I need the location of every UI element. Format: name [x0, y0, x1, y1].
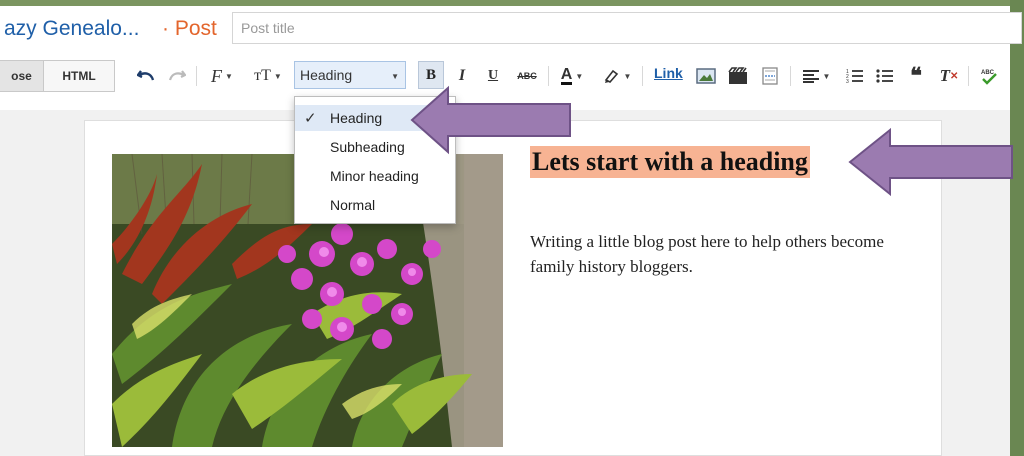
- checkmark-icon: ✓: [304, 110, 317, 127]
- post-title-input[interactable]: [232, 12, 1022, 44]
- quote-icon[interactable]: ❝: [904, 63, 928, 88]
- html-mode-button[interactable]: HTML: [43, 60, 115, 92]
- numbered-list-icon[interactable]: 123: [844, 65, 866, 87]
- toolbar-separator: [548, 66, 549, 86]
- insert-jump-break-icon[interactable]: [758, 65, 782, 87]
- svg-text:ABC: ABC: [981, 70, 995, 76]
- dropdown-item-minor-heading[interactable]: Minor heading: [295, 163, 455, 189]
- window-right-border: [1010, 0, 1024, 456]
- chevron-down-icon: ▼: [822, 71, 831, 81]
- toolbar-separator: [968, 66, 969, 86]
- font-family-glyph: F: [211, 65, 223, 86]
- blog-title-link[interactable]: azy Genealo...: [4, 17, 139, 41]
- header-bar: azy Genealo... · Post: [0, 6, 1022, 54]
- redo-icon[interactable]: [166, 65, 188, 87]
- link-button[interactable]: Link: [654, 65, 683, 81]
- font-size-icon[interactable]: тT ▼: [248, 65, 288, 87]
- insert-video-icon[interactable]: [726, 65, 750, 87]
- font-family-icon[interactable]: F ▼: [204, 65, 240, 87]
- chevron-down-icon: ▼: [391, 72, 399, 81]
- undo-icon[interactable]: [135, 65, 157, 87]
- annotation-arrow-dropdown-icon: [410, 85, 571, 155]
- dropdown-item-normal[interactable]: Normal: [295, 192, 455, 218]
- annotation-arrow-heading-icon: [848, 127, 1013, 197]
- font-size-glyph: тT: [254, 67, 271, 84]
- dropdown-item-label: Normal: [330, 197, 376, 213]
- post-label: · Post: [162, 17, 217, 40]
- clear-formatting-icon[interactable]: T ✕: [936, 65, 962, 87]
- compose-mode-button[interactable]: ose: [0, 60, 44, 92]
- post-body-text[interactable]: Writing a little blog post here to help …: [530, 229, 890, 279]
- chevron-down-icon: ▼: [623, 71, 632, 81]
- toolbar-separator: [642, 66, 643, 86]
- insert-image-icon[interactable]: [694, 65, 718, 87]
- dropdown-item-label: Subheading: [330, 139, 405, 155]
- heading-select-value: Heading: [300, 67, 353, 83]
- align-icon[interactable]: ▼: [798, 65, 834, 87]
- spellcheck-icon[interactable]: ABC: [976, 65, 1002, 87]
- dropdown-item-label: Heading: [330, 110, 383, 126]
- chevron-down-icon: ▼: [273, 71, 282, 81]
- text-color-glyph: A: [560, 66, 573, 85]
- dropdown-item-label: Minor heading: [330, 168, 419, 184]
- clear-formatting-glyph: T: [939, 66, 950, 85]
- highlight-color-icon[interactable]: ▼: [598, 65, 636, 87]
- toolbar-separator: [790, 66, 791, 86]
- chevron-down-icon: ▼: [575, 71, 584, 81]
- heading-format-select[interactable]: Heading ▼: [294, 61, 406, 89]
- svg-text:3: 3: [846, 79, 849, 84]
- chevron-down-icon: ▼: [225, 71, 233, 81]
- toolbar-separator: [196, 66, 197, 86]
- x-mark-icon: ✕: [950, 70, 959, 82]
- bullet-list-icon[interactable]: [874, 65, 896, 87]
